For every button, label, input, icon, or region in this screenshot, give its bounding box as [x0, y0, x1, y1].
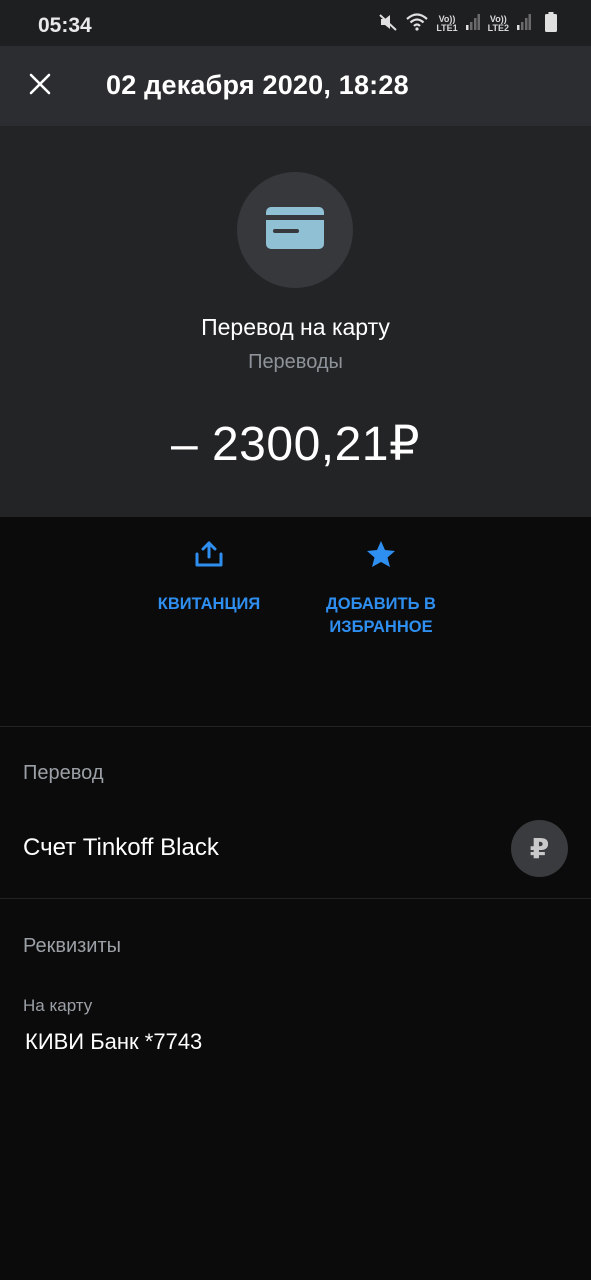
- add-to-favorites-button[interactable]: ДОБАВИТЬ В ИЗБРАННОЕ: [316, 540, 446, 639]
- operation-icon-circle: [237, 172, 353, 288]
- account-row[interactable]: Счет Tinkoff Black ₽: [0, 810, 591, 890]
- star-icon: [366, 540, 396, 573]
- account-name: Счет Tinkoff Black: [23, 834, 219, 861]
- page-title: 02 декабря 2020, 18:28: [106, 70, 409, 100]
- receipt-label: КВИТАНЦИЯ: [157, 595, 261, 613]
- status-time: 05:34: [38, 14, 92, 37]
- header: 02 декабря 2020, 18:28: [0, 46, 591, 126]
- close-button[interactable]: [20, 66, 60, 106]
- sim2-lte-label: LTE2: [487, 23, 509, 33]
- signal-icon: [465, 13, 480, 35]
- operation-summary: Перевод на карту Переводы – 2300,21₽: [0, 126, 591, 517]
- card-icon: [266, 206, 324, 254]
- receipt-button[interactable]: КВИТАНЦИЯ: [148, 540, 270, 616]
- status-bar: 05:34 Vo)) LTE1 Vo)) LTE2: [0, 0, 591, 46]
- signal-icon: [517, 13, 531, 35]
- battery-icon: [545, 11, 557, 37]
- sim1-indicator: Vo)) LTE1: [436, 15, 457, 33]
- share-icon: [192, 540, 226, 573]
- status-icons: Vo)) LTE1 Vo)) LTE2: [378, 11, 557, 37]
- favorites-label: ДОБАВИТЬ В ИЗБРАННОЕ: [326, 595, 436, 636]
- to-card-caption: На карту: [23, 996, 93, 1015]
- operation-category: Переводы: [248, 351, 343, 373]
- details-section-label: Реквизиты: [23, 935, 122, 957]
- mute-icon: [378, 12, 398, 37]
- transfer-section-label: Перевод: [23, 762, 104, 784]
- sim2-indicator: Vo)) LTE2: [488, 15, 509, 33]
- divider: [0, 726, 591, 727]
- divider: [0, 898, 591, 899]
- sim1-lte-label: LTE1: [436, 23, 458, 33]
- to-card-value: КИВИ Банк *7743: [25, 1029, 203, 1054]
- ruble-icon: ₽: [511, 820, 568, 877]
- operation-amount: – 2300,21₽: [170, 418, 421, 471]
- wifi-icon: [406, 12, 429, 36]
- operation-title: Перевод на карту: [201, 314, 390, 340]
- close-icon: [29, 73, 51, 100]
